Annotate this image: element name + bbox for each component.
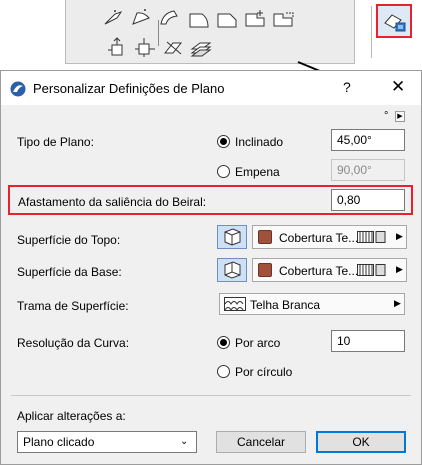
surface-fill-picker[interactable]: Telha Branca ▶ xyxy=(219,293,405,315)
chevron-right-icon: ▶ xyxy=(394,298,401,308)
close-button[interactable]: ✕ xyxy=(391,77,405,97)
material-swatch xyxy=(258,230,272,244)
base-surface-override-button[interactable] xyxy=(217,258,247,282)
inclined-radio-label: Inclinado xyxy=(235,135,284,149)
top-surface-label: Superfície do Topo: xyxy=(17,233,121,247)
apply-target-select[interactable]: Plano clicado ⌄ xyxy=(17,431,197,453)
roof-layers-tool-icon[interactable] xyxy=(190,37,212,57)
surface-fill-value: Telha Branca xyxy=(250,298,321,312)
top-surface-icon xyxy=(224,228,241,246)
offset-all-edges-tool-icon[interactable] xyxy=(134,37,156,57)
slope-input[interactable]: 45,00° xyxy=(331,129,405,151)
base-surface-material-picker[interactable]: Cobertura Te... ▶ xyxy=(252,258,407,282)
subtract-vertex-tool-icon[interactable] xyxy=(272,8,294,28)
chevron-down-icon: ⌄ xyxy=(180,436,189,447)
custom-plane-settings-dialog: Personalizar Definições de Plano ? ✕ ° ▶… xyxy=(0,70,422,465)
arc-edge-tool-icon[interactable] xyxy=(102,8,124,28)
curve-resolution-label: Resolução da Curva: xyxy=(17,336,130,350)
surface-fill-label: Trama de Superfície: xyxy=(17,299,129,313)
top-surface-override-button[interactable] xyxy=(217,225,247,249)
custom-plane-settings-tool[interactable] xyxy=(376,4,412,38)
dialog-title: Personalizar Definições de Plano xyxy=(33,81,225,96)
eaves-overhang-input[interactable]: 0,80 xyxy=(331,189,405,211)
title-bar: Personalizar Definições de Plano ? ✕ xyxy=(1,71,421,105)
hatch-pattern-icon xyxy=(357,264,386,276)
eaves-overhang-label: Afastamento da saliência do Beiral: xyxy=(18,195,207,209)
ok-button[interactable]: OK xyxy=(316,431,406,453)
apply-target-value: Plano clicado xyxy=(23,435,95,449)
inclined-radio[interactable] xyxy=(217,135,230,148)
unit-arrow-button[interactable]: ▶ xyxy=(395,111,405,122)
palette-separator xyxy=(371,6,372,58)
cancel-button[interactable]: Cancelar xyxy=(216,431,306,453)
chamfer-corner-tool-icon[interactable] xyxy=(216,10,238,30)
curved-edge-tool-icon[interactable] xyxy=(130,8,152,28)
add-vertex-tool-icon[interactable] xyxy=(244,8,266,28)
offset-edge-tool-icon[interactable] xyxy=(106,37,128,57)
chevron-right-icon: ▶ xyxy=(396,231,403,241)
chevron-right-icon: ▶ xyxy=(396,264,403,274)
tile-pattern-icon xyxy=(224,297,246,311)
base-surface-icon xyxy=(224,261,241,279)
arc-corner-tool-icon[interactable] xyxy=(158,8,180,28)
archicad-icon xyxy=(10,81,26,97)
top-surface-material-picker[interactable]: Cobertura Te... ▶ xyxy=(252,225,407,249)
tool-palette xyxy=(65,0,412,64)
base-surface-material-name: Cobertura Te... xyxy=(279,264,359,278)
arc-segments-input[interactable]: 10 xyxy=(331,330,405,352)
cut-plane-tool-icon[interactable] xyxy=(162,37,184,57)
per-arc-radio[interactable] xyxy=(217,336,230,349)
plane-type-label: Tipo de Plano: xyxy=(17,135,94,149)
degree-unit-label: ° xyxy=(384,110,389,122)
plane-settings-icon xyxy=(384,14,406,32)
per-circle-radio[interactable] xyxy=(217,365,230,378)
gable-angle-input: 90,00° xyxy=(331,159,405,181)
rounded-corner-tool-icon[interactable] xyxy=(188,10,210,30)
material-swatch xyxy=(258,263,272,277)
per-circle-radio-label: Por círculo xyxy=(235,365,293,379)
gable-radio[interactable] xyxy=(217,165,230,178)
section-divider xyxy=(11,395,411,396)
apply-changes-label: Aplicar alterações a: xyxy=(17,409,126,423)
gable-radio-label: Empena xyxy=(235,165,280,179)
base-surface-label: Superfície da Base: xyxy=(17,265,122,279)
hatch-pattern-icon xyxy=(357,231,386,243)
help-button[interactable]: ? xyxy=(343,79,351,95)
top-surface-material-name: Cobertura Te... xyxy=(279,231,359,245)
per-arc-radio-label: Por arco xyxy=(235,336,281,350)
